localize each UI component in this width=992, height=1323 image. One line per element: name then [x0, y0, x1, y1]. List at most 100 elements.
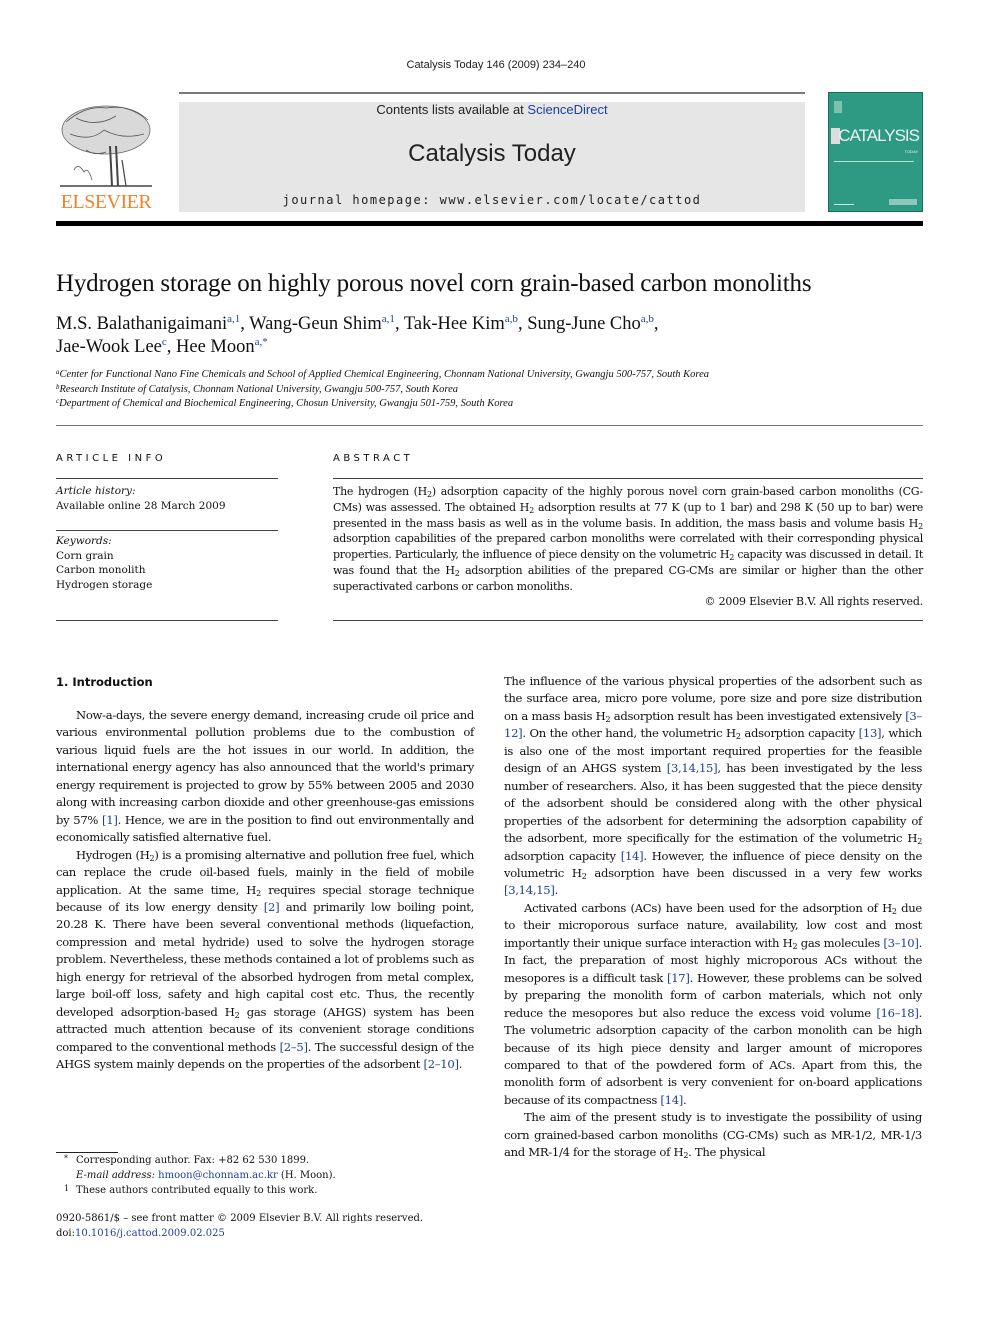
- affiliation-item: aCenter for Functional Nano Fine Chemica…: [56, 368, 926, 383]
- text-run: adsorption capacity: [740, 726, 859, 741]
- abstract-heading: ABSTRACT: [333, 453, 414, 464]
- author-name[interactable]: Tak-Hee Kim: [404, 314, 505, 334]
- running-head: Catalysis Today 146 (2009) 234–240: [406, 59, 586, 71]
- citation-link[interactable]: [3,14,15]: [667, 761, 718, 775]
- section-heading-introduction: 1. Introduction: [56, 675, 153, 689]
- elsevier-logo[interactable]: ELSEVIER: [56, 100, 156, 214]
- footnote-text: Corresponding author. Fax: +82 62 530 18…: [76, 1155, 310, 1166]
- keyword: Hydrogen storage: [56, 578, 153, 591]
- body-column-right: The influence of the various physical pr…: [504, 673, 922, 1162]
- footnote-email: E-mail address: hmoon@chonnam.ac.kr (H. …: [56, 1169, 476, 1184]
- subscript: 2: [917, 837, 922, 847]
- cover-logo-mark: [834, 101, 842, 113]
- author-affiliation-mark[interactable]: a,b: [505, 313, 518, 325]
- author-affiliation-mark[interactable]: a,b: [641, 313, 654, 325]
- text-run: adsorption capacity: [504, 848, 621, 863]
- footnote-equal-contribution: 1 These authors contributed equally to th…: [56, 1184, 476, 1199]
- author-name[interactable]: Jae-Wook Lee: [56, 337, 162, 357]
- footnote-mark: 1: [64, 1183, 70, 1193]
- affiliation-text: Center for Functional Nano Fine Chemical…: [59, 369, 710, 380]
- author-name[interactable]: M.S. Balathanigaimani: [56, 314, 227, 334]
- text-run: .: [683, 1092, 687, 1107]
- issn-block: 0920-5861/$ – see front matter © 2009 El…: [56, 1212, 476, 1242]
- doi-link[interactable]: 10.1016/j.cattod.2009.02.025: [75, 1228, 225, 1239]
- article-info-rule: [56, 530, 278, 531]
- citation-link[interactable]: [14]: [621, 849, 644, 863]
- text-run: adsorption have been discussed in a very…: [586, 865, 922, 880]
- citation-link[interactable]: [1]: [102, 813, 118, 827]
- subscript: 2: [918, 521, 923, 531]
- issn-line: 0920-5861/$ – see front matter © 2009 El…: [56, 1213, 424, 1224]
- article-history: Article history: Available online 28 Mar…: [56, 484, 278, 513]
- text-run: . The volumetric adsorption capacity of …: [504, 1005, 922, 1107]
- sciencedirect-link[interactable]: ScienceDirect: [527, 102, 607, 117]
- citation-link[interactable]: [2–10]: [424, 1057, 459, 1071]
- footnote-corresponding: * Corresponding author. Fax: +82 62 530 1…: [56, 1154, 476, 1169]
- affiliation-text: Department of Chemical and Biochemical E…: [59, 398, 514, 409]
- header-top-rule: [179, 92, 805, 94]
- paragraph: The influence of the various physical pr…: [504, 673, 922, 900]
- journal-title: Catalysis Today: [408, 140, 576, 167]
- email-suffix: (H. Moon).: [277, 1169, 336, 1181]
- email-label: E-mail address:: [76, 1169, 155, 1181]
- text-run: and primarily low boiling point, 20.28 K…: [56, 899, 474, 1019]
- author-name[interactable]: Hee Moon: [176, 337, 255, 357]
- journal-homepage-link[interactable]: journal homepage: www.elsevier.com/locat…: [179, 193, 805, 207]
- affiliation-item: cDepartment of Chemical and Biochemical …: [56, 397, 926, 412]
- abstract-rule: [333, 478, 923, 479]
- journal-banner: Contents lists available at ScienceDirec…: [179, 102, 805, 212]
- text-run: gas molecules: [797, 935, 884, 950]
- citation-link[interactable]: [16–18]: [876, 1006, 919, 1020]
- elsevier-wordmark: ELSEVIER: [60, 191, 152, 213]
- elsevier-tree-icon: [60, 105, 152, 187]
- author-name[interactable]: Wang-Geun Shim: [249, 314, 382, 334]
- keywords-label: Keywords:: [56, 535, 112, 547]
- cover-text-line: [834, 161, 914, 162]
- citation-link[interactable]: [2]: [264, 900, 280, 914]
- cover-footer-line: [834, 204, 854, 205]
- cover-title: CATALYSIS: [838, 126, 920, 145]
- journal-cover-thumbnail[interactable]: CATALYSIS TODAY: [828, 92, 923, 212]
- citation-link[interactable]: [2–5]: [280, 1040, 308, 1054]
- citation-link[interactable]: [3–10]: [883, 936, 918, 950]
- author-affiliation-mark[interactable]: a,*: [255, 336, 268, 348]
- text-run: adsorption result has been investigated …: [610, 708, 906, 723]
- footnote-text: These authors contributed equally to thi…: [76, 1184, 318, 1196]
- affiliation-item: bResearch Institute of Catalysis, Chonna…: [56, 383, 926, 398]
- author-name[interactable]: Sung-June Cho: [527, 314, 641, 334]
- citation-link[interactable]: [13]: [859, 726, 882, 740]
- paragraph: Hydrogen (H2) is a promising alternative…: [56, 847, 474, 1074]
- author-list: M.S. Balathanigaimania,1, Wang-Geun Shim…: [56, 313, 659, 358]
- author-affiliation-mark[interactable]: c: [162, 336, 167, 348]
- article-info-heading: ARTICLE INFO: [56, 453, 167, 464]
- text-run: .: [458, 1057, 463, 1072]
- abstract-copyright: © 2009 Elsevier B.V. All rights reserved…: [704, 595, 924, 608]
- author-affiliation-mark[interactable]: a,1: [382, 313, 395, 325]
- body-column-left: Now-a-days, the severe energy demand, in…: [56, 707, 474, 1074]
- footnotes: * Corresponding author. Fax: +82 62 530 1…: [56, 1154, 476, 1198]
- affiliations: aCenter for Functional Nano Fine Chemica…: [56, 368, 926, 412]
- email-link[interactable]: hmoon@chonnam.ac.kr: [158, 1170, 278, 1181]
- citation-link[interactable]: [14]: [660, 1093, 683, 1107]
- citation-link[interactable]: [17]: [667, 971, 690, 985]
- affiliation-text: Research Institute of Catalysis, Chonnam…: [59, 383, 459, 395]
- author-affiliation-mark[interactable]: a,1: [227, 313, 240, 325]
- text-run: . Hence, we are in the position to find …: [56, 812, 475, 845]
- article-title: Hydrogen storage on highly porous novel …: [56, 270, 812, 297]
- text-run: Now-a-days, the severe energy demand, in…: [56, 708, 474, 827]
- abstract-rule: [333, 620, 923, 621]
- article-history-value: Available online 28 March 2009: [56, 499, 226, 512]
- paragraph: The aim of the present study is to inves…: [504, 1109, 922, 1161]
- header-thick-rule: [56, 221, 923, 226]
- cover-sciencedirect-badge: [889, 199, 917, 205]
- doi-line: doi:10.1016/j.cattod.2009.02.025: [56, 1227, 476, 1242]
- article-info-rule: [56, 478, 278, 479]
- citation-link[interactable]: [3,14,15]: [504, 883, 555, 897]
- article-info-rule: [56, 620, 278, 621]
- text-run: Hydrogen (H: [76, 847, 150, 862]
- paragraph: Now-a-days, the severe energy demand, in…: [56, 707, 474, 847]
- keyword: Carbon monolith: [56, 564, 146, 576]
- text-run: . The physical: [688, 1145, 766, 1160]
- text-run: . On the other hand, the volumetric H: [522, 726, 736, 741]
- cover-subtitle: TODAY: [904, 149, 918, 154]
